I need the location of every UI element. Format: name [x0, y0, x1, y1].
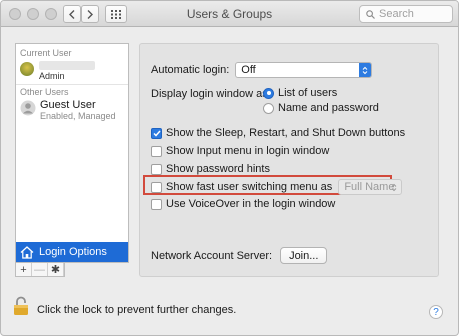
fast-user-switching-option[interactable]: Show fast user switching menu as Full Na… [151, 179, 403, 195]
input-menu-option[interactable]: Show Input menu in login window [151, 145, 329, 157]
join-button[interactable]: Join... [280, 247, 328, 264]
password-hints-label: Show password hints [166, 163, 270, 175]
lock-text: Click the lock to prevent further change… [37, 304, 237, 316]
password-hints-option[interactable]: Show password hints [151, 163, 270, 175]
search-placeholder: Search [379, 8, 414, 20]
help-button[interactable]: ? [429, 305, 443, 319]
fast-user-switching-checkbox[interactable] [151, 181, 162, 193]
lock-icon[interactable] [13, 296, 29, 316]
remove-user-button[interactable]: — [32, 263, 48, 276]
login-options-item[interactable]: Login Options [16, 242, 128, 262]
automatic-login-popup[interactable]: Off [235, 62, 373, 78]
list-of-users-radio[interactable] [263, 87, 274, 99]
users-list: Current User Admin Other Users Guest Use… [15, 43, 129, 263]
sleep-restart-option[interactable]: Show the Sleep, Restart, and Shut Down b… [151, 127, 405, 139]
input-menu-checkbox[interactable] [151, 145, 162, 157]
network-account-row: Network Account Server: Join... [151, 247, 328, 264]
guest-user-status: Enabled, Managed [40, 111, 116, 121]
guest-user-name: Guest User [40, 99, 96, 111]
fast-user-switching-popup[interactable]: Full Name [338, 179, 403, 195]
list-toolbar: + — ✱ [15, 263, 65, 277]
guest-user-item[interactable]: Guest User Enabled, Managed [20, 99, 116, 121]
name-and-password-radio[interactable] [263, 102, 274, 114]
list-of-users-option[interactable]: List of users [263, 87, 337, 99]
redacted-username [39, 61, 95, 70]
sleep-restart-label: Show the Sleep, Restart, and Shut Down b… [166, 127, 406, 139]
network-account-label: Network Account Server: [151, 249, 273, 262]
fast-user-switching-value: Full Name [344, 181, 395, 193]
current-user-item[interactable]: Admin [20, 60, 95, 81]
popup-arrows-icon [391, 183, 397, 192]
current-user-heading: Current User [20, 48, 72, 58]
automatic-login-label: Automatic login: [151, 64, 230, 76]
checkmark-icon [152, 130, 161, 137]
voiceover-checkbox[interactable] [151, 198, 162, 210]
automatic-login-row: Automatic login: Off [151, 62, 373, 78]
popup-arrows-icon [359, 63, 372, 77]
display-login-row: Display login window as: [151, 88, 271, 100]
name-and-password-option[interactable]: Name and password [263, 102, 379, 114]
current-user-role: Admin [39, 71, 65, 81]
input-menu-label: Show Input menu in login window [166, 145, 330, 157]
search-field[interactable]: Search [359, 5, 453, 23]
divider [16, 84, 128, 85]
avatar [20, 62, 34, 76]
password-hints-checkbox[interactable] [151, 163, 162, 175]
guest-user-icon [20, 100, 36, 116]
house-icon [20, 245, 34, 259]
login-options-label: Login Options [39, 246, 107, 258]
search-icon [366, 9, 375, 19]
gear-icon[interactable]: ✱ [48, 263, 64, 276]
voiceover-label: Use VoiceOver in the login window [166, 198, 336, 210]
automatic-login-value: Off [241, 64, 256, 76]
sleep-restart-checkbox[interactable] [151, 127, 162, 139]
users-groups-window: Users & Groups Search Current User Admin… [0, 0, 459, 336]
title-bar: Users & Groups Search [1, 1, 458, 27]
name-and-password-label: Name and password [278, 102, 379, 114]
voiceover-option[interactable]: Use VoiceOver in the login window [151, 198, 335, 210]
lock-text-row: Click the lock to prevent further change… [37, 304, 236, 316]
add-user-button[interactable]: + [16, 263, 32, 276]
login-options-pane [139, 43, 439, 277]
fast-user-switching-label: Show fast user switching menu as [166, 181, 333, 193]
list-of-users-label: List of users [278, 87, 338, 99]
display-login-label: Display login window as: [151, 88, 271, 100]
other-users-heading: Other Users [20, 87, 69, 97]
